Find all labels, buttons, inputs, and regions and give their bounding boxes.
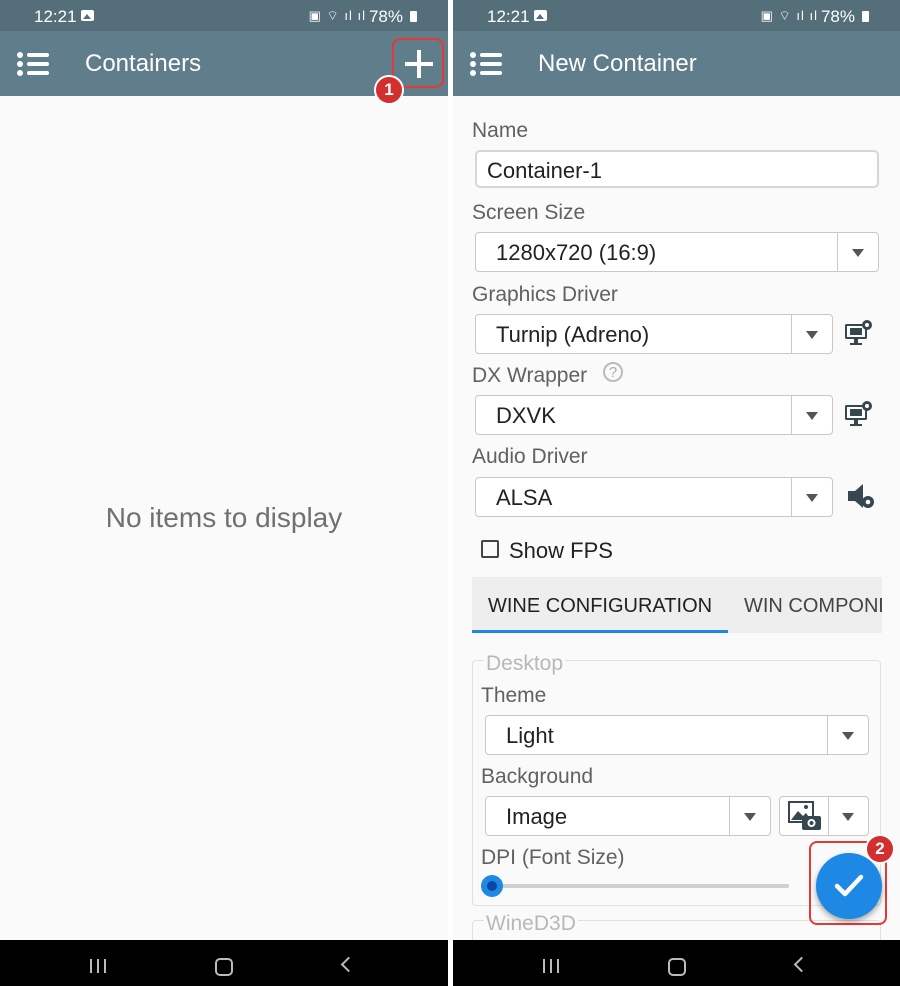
app-bar: New Container	[453, 31, 900, 96]
signal-wifi-icons: ▣ ⌔ ıl ıl	[308, 8, 366, 23]
image-camera-icon	[788, 801, 821, 830]
menu-icon[interactable]	[470, 52, 503, 76]
recent-apps-icon[interactable]	[543, 959, 560, 973]
show-fps-label: Show FPS	[509, 538, 613, 563]
active-tab-indicator	[472, 630, 728, 633]
screen-size-select[interactable]: 1280x720 (16:9)	[475, 232, 879, 272]
navigation-bar	[0, 940, 448, 986]
chevron-down-icon	[791, 315, 832, 353]
monitor-settings-icon[interactable]	[844, 318, 874, 348]
step-badge-2: 2	[865, 834, 895, 864]
check-icon	[834, 874, 864, 897]
back-icon[interactable]	[340, 956, 357, 973]
battery-percent: 78%	[820, 7, 855, 26]
desktop-legend: Desktop	[484, 652, 566, 676]
monitor-settings-icon[interactable]	[844, 399, 874, 429]
new-container-screen: 12:21 ▣ ⌔ ıl ıl 78% New Container Name C…	[453, 0, 900, 986]
page-title: New Container	[538, 50, 697, 77]
step-badge-1: 1	[374, 75, 404, 105]
status-bar: 12:21 ▣ ⌔ ıl ıl 78%	[0, 0, 448, 31]
chevron-down-icon	[729, 797, 770, 835]
speaker-settings-icon[interactable]	[846, 481, 876, 511]
dx-wrapper-select[interactable]: DXVK	[475, 395, 833, 435]
battery-icon	[410, 11, 417, 22]
dx-wrapper-value: DXVK	[496, 403, 556, 428]
menu-icon[interactable]	[17, 52, 50, 76]
tab-wine-configuration[interactable]: WINE CONFIGURATION	[488, 595, 712, 618]
dpi-label: DPI (Font Size)	[481, 846, 625, 869]
empty-message: No items to display	[105, 502, 343, 533]
graphics-driver-select[interactable]: Turnip (Adreno)	[475, 314, 833, 354]
battery-icon	[862, 11, 869, 22]
theme-value: Light	[506, 723, 554, 748]
recent-apps-icon[interactable]	[90, 959, 107, 973]
audio-driver-value: ALSA	[496, 485, 553, 510]
home-icon[interactable]	[668, 958, 686, 976]
status-time: 12:21	[34, 7, 77, 26]
chevron-down-icon	[837, 233, 878, 271]
wined3d-legend: WineD3D	[484, 912, 578, 936]
audio-driver-label: Audio Driver	[472, 445, 588, 468]
show-fps-checkbox[interactable]	[481, 540, 499, 558]
screen-size-label: Screen Size	[472, 201, 586, 224]
chevron-down-icon	[791, 478, 832, 516]
tab-bar: WINE CONFIGURATION WIN COMPONENTS	[472, 577, 882, 633]
theme-label: Theme	[481, 684, 547, 707]
theme-select[interactable]: Light	[485, 715, 869, 755]
status-time: 12:21	[487, 7, 530, 26]
audio-driver-select[interactable]: ALSA	[475, 477, 833, 517]
confirm-button[interactable]	[816, 853, 882, 919]
status-bar: 12:21 ▣ ⌔ ıl ıl 78%	[453, 0, 900, 31]
dpi-slider-track[interactable]	[493, 884, 789, 888]
navigation-bar	[453, 940, 900, 986]
dx-wrapper-label: DX Wrapper	[472, 364, 588, 387]
graphics-driver-label: Graphics Driver	[472, 283, 618, 306]
chevron-down-icon	[791, 396, 832, 434]
gallery-notification-icon	[534, 10, 547, 21]
name-input[interactable]: Container-1	[475, 150, 879, 188]
page-title: Containers	[85, 50, 202, 77]
home-icon[interactable]	[215, 958, 233, 976]
name-label: Name	[472, 119, 529, 142]
gallery-notification-icon	[81, 10, 94, 21]
dpi-slider-thumb[interactable]	[481, 875, 503, 897]
chevron-down-icon	[827, 716, 868, 754]
battery-percent: 78%	[368, 7, 403, 26]
containers-screen: 12:21 ▣ ⌔ ıl ıl 78% Containers 1 No item…	[0, 0, 448, 986]
background-select[interactable]: Image	[485, 796, 771, 836]
screen-size-value: 1280x720 (16:9)	[496, 240, 657, 265]
chevron-down-icon	[842, 813, 854, 821]
signal-wifi-icons: ▣ ⌔ ıl ıl	[760, 8, 818, 23]
graphics-driver-value: Turnip (Adreno)	[496, 322, 650, 347]
help-icon[interactable]: ?	[603, 362, 623, 382]
background-image-picker[interactable]	[779, 796, 869, 836]
back-icon[interactable]	[793, 956, 810, 973]
background-label: Background	[481, 765, 594, 788]
background-value: Image	[506, 804, 568, 829]
tab-win-components[interactable]: WIN COMPONENTS	[744, 595, 882, 618]
